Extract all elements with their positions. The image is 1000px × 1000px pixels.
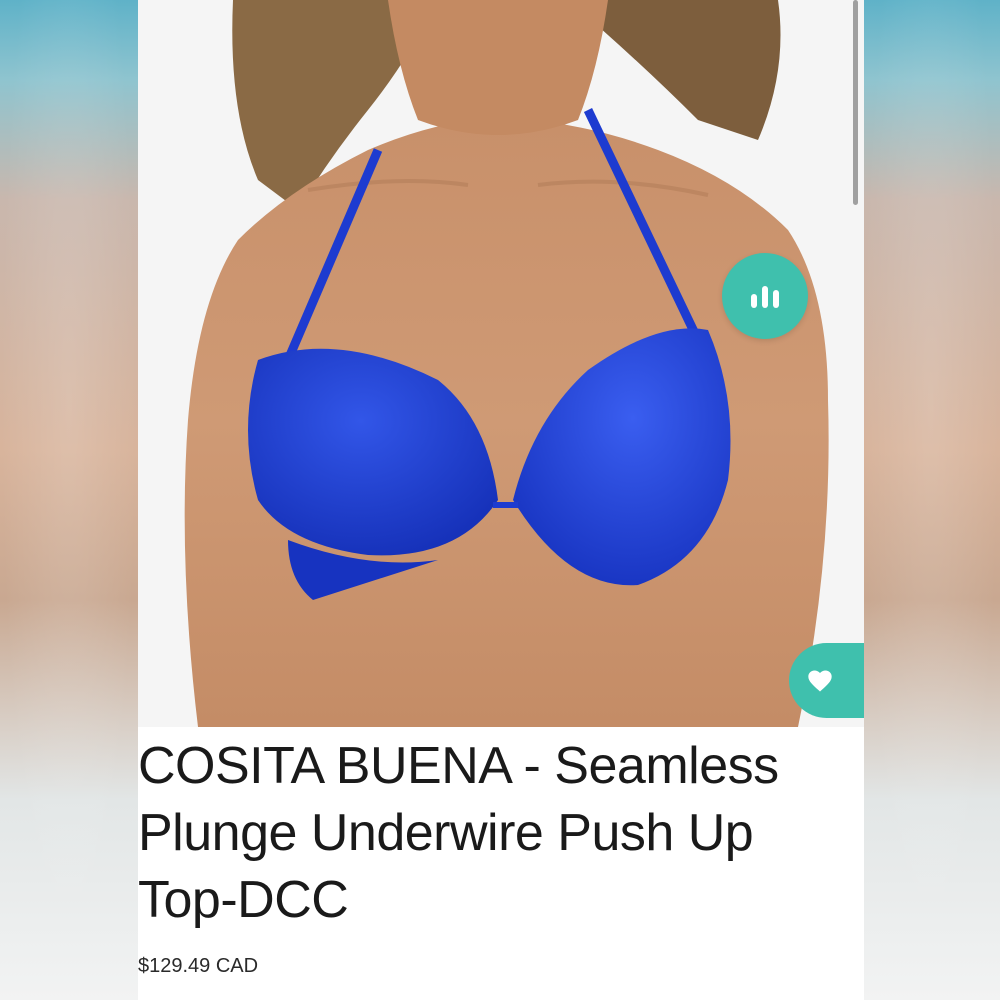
product-price: $129.49 CAD bbox=[138, 955, 259, 977]
background-left-panel bbox=[0, 0, 138, 1000]
bar-chart-icon[interactable] bbox=[722, 253, 808, 339]
scrollbar[interactable] bbox=[853, 0, 858, 205]
product-card: COSITA BUENA - Seamless Plunge Underwire… bbox=[138, 0, 864, 1000]
product-photo-illustration bbox=[138, 0, 864, 727]
background-right-panel bbox=[862, 0, 1000, 1000]
product-image[interactable] bbox=[138, 0, 864, 727]
heart-icon bbox=[807, 670, 832, 691]
product-title[interactable]: COSITA BUENA - Seamless Plunge Underwire… bbox=[138, 733, 864, 934]
like-button[interactable] bbox=[789, 643, 864, 718]
